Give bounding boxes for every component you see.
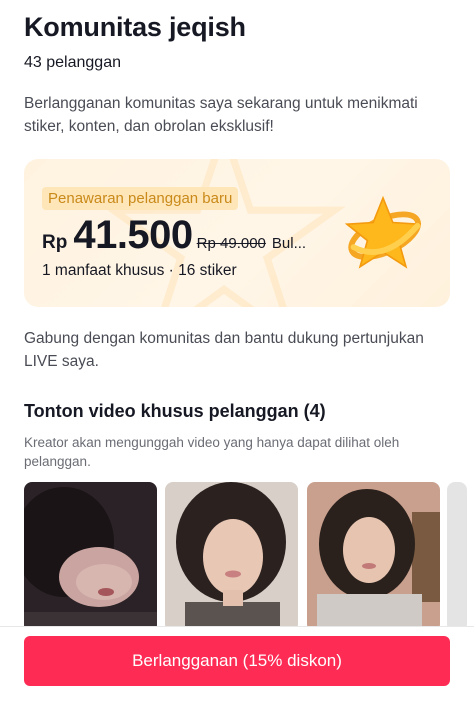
subscriber-count: 43 pelanggan [24,54,121,71]
price-currency: Rp [42,232,68,253]
subscribe-button[interactable]: Berlangganan (15% diskon) [24,636,450,686]
page-title: Komunitas jeqish [24,12,246,42]
join-text: Gabung dengan komunitas dan bantu dukung… [24,330,424,370]
offer-card: Penawaran pelanggan baru Rp 41.500 Rp 49… [24,159,450,307]
video-thumbnail[interactable] [165,482,298,632]
price-unit: Bul... [271,235,307,252]
video-thumbnail-image [24,482,157,632]
original-price: Rp 49.000 [196,235,266,252]
video-thumbnail-image [307,482,440,632]
intro-text: Berlangganan komunitas saya sekarang unt… [24,95,418,135]
price-value: 41.500 [73,213,193,257]
video-thumbnail[interactable] [307,482,440,632]
video-carousel[interactable] [24,482,474,632]
video-thumbnail-image [165,482,298,632]
exclusive-videos-description: Kreator akan mengunggah video yang hanya… [24,435,400,469]
exclusive-videos-title: Tonton video khusus pelanggan (4) [24,401,326,421]
new-subscriber-offer-tag: Penawaran pelanggan baru [42,187,239,210]
price-row: Rp 41.500 Rp 49.000 Bul... [42,213,306,258]
star-badge-icon [344,195,422,269]
video-thumbnail[interactable] [24,482,157,632]
offer-benefits: 1 manfaat khusus · 16 stiker [42,262,237,279]
video-thumbnail-partial[interactable] [447,482,467,632]
